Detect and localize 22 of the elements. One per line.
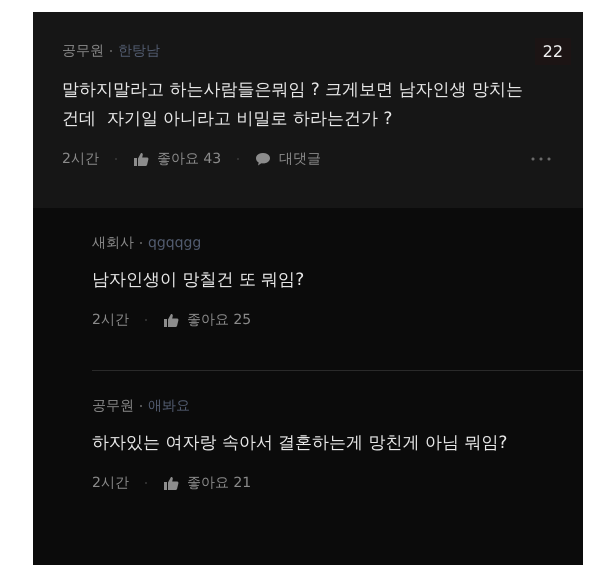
comment-time: 2시간 — [62, 150, 99, 168]
reply-button[interactable]: 대댓글 — [255, 150, 322, 168]
like-button[interactable]: 좋아요 43 — [132, 150, 222, 168]
author-nickname[interactable]: 애봐요 — [148, 397, 190, 415]
like-button[interactable]: 좋아요 21 — [162, 474, 252, 492]
count-badge: 22 — [534, 38, 571, 65]
author-affiliation: 공무원 — [62, 42, 104, 60]
author-nickname[interactable]: qgqqgg — [148, 235, 202, 251]
reply-text: 남자인생이 망칠건 또 뭐임? — [92, 269, 306, 292]
author-nickname[interactable]: 한탕남 — [118, 42, 160, 60]
comment-text: 말하지말라고 하는사람들은뭐임 ? 크게보면 남자인생 망치는건데 자기일 아니라고 비밀로 하라는건가 ? — [62, 79, 524, 131]
author-affiliation: 새회사 — [92, 234, 134, 252]
thumbs-up-icon — [162, 312, 179, 328]
thumbs-up-icon — [132, 151, 149, 167]
author-affiliation: 공무원 — [92, 397, 134, 415]
reply-time: 2시간 — [92, 474, 129, 492]
reply-time: 2시간 — [92, 311, 129, 329]
more-icon[interactable] — [531, 157, 551, 161]
speech-bubble-icon — [255, 151, 272, 167]
thumbs-up-icon — [162, 475, 179, 491]
like-button[interactable]: 좋아요 25 — [162, 311, 252, 329]
reply-text: 하자있는 여자랑 속아서 결혼하는게 망친게 아님 뭐임? — [92, 432, 508, 455]
